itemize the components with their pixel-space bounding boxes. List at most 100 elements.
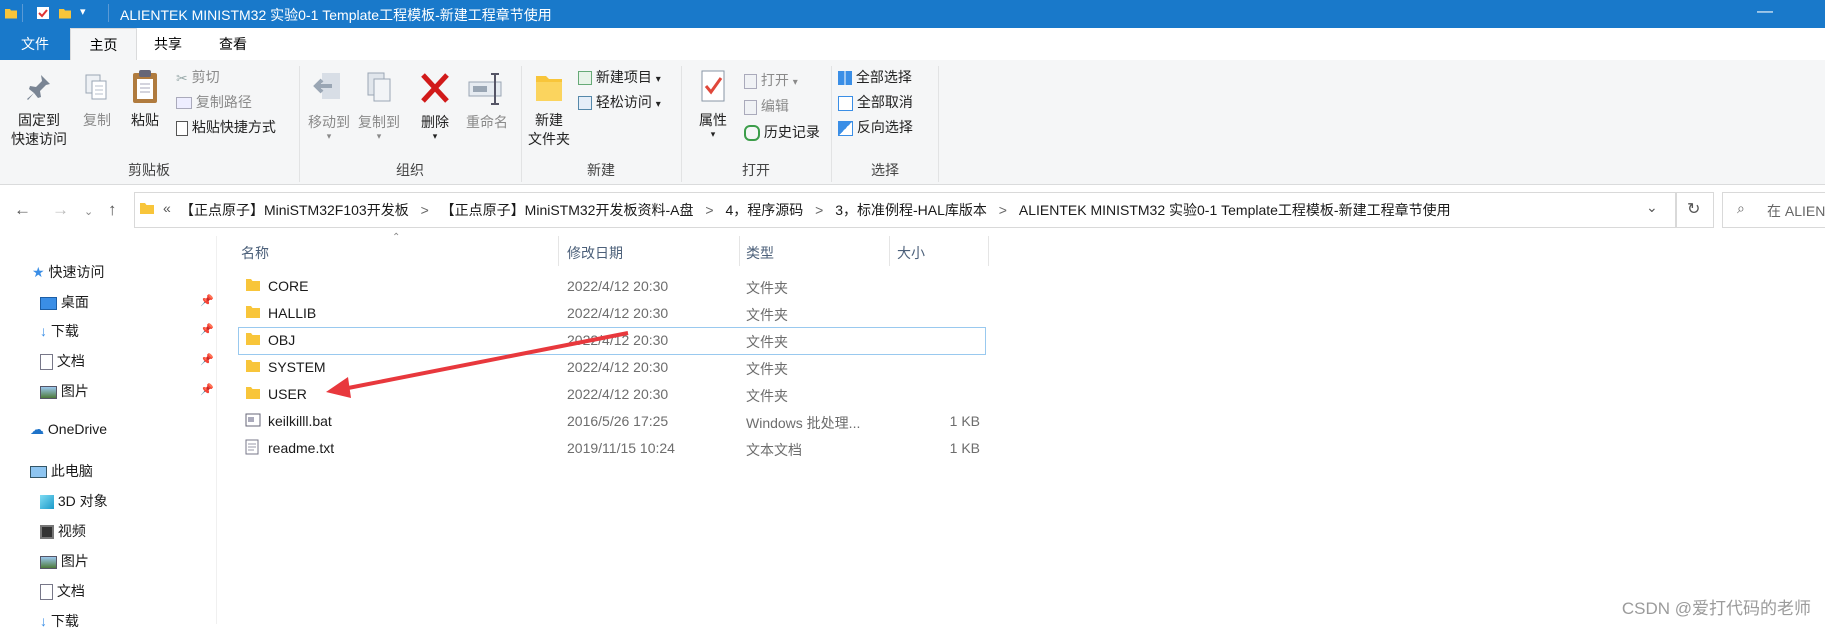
file-name[interactable]: OBJ: [268, 332, 295, 348]
open-button[interactable]: 打开 ▾: [744, 70, 798, 93]
new-folder-icon[interactable]: [58, 6, 72, 20]
paste-button[interactable]: 粘贴: [122, 68, 168, 130]
pin-icon[interactable]: 📌: [200, 323, 214, 336]
cut-label: 剪切: [191, 69, 220, 85]
new-item-button[interactable]: 新建项目 ▾: [578, 67, 661, 90]
invert-selection-button[interactable]: 反向选择: [838, 117, 913, 137]
new-folder-button[interactable]: 新建 文件夹: [526, 68, 572, 149]
copy-to-button[interactable]: 复制到 ▾: [354, 70, 404, 141]
column-header-size[interactable]: 大小: [897, 243, 925, 263]
breadcrumb-item[interactable]: 4，程序源码: [725, 202, 803, 218]
properties-button[interactable]: 属性 ▾: [688, 68, 738, 139]
picture-icon: [40, 555, 57, 569]
copy-path-icon: [176, 97, 192, 110]
tab-home[interactable]: 主页: [70, 28, 137, 62]
paste-shortcut-button[interactable]: 粘贴快捷方式: [176, 117, 276, 137]
breadcrumb-separator-icon[interactable]: >: [815, 202, 823, 218]
tab-file[interactable]: 文件: [0, 28, 70, 60]
pin-icon[interactable]: 📌: [200, 353, 214, 366]
folder-icon: [140, 203, 154, 214]
refresh-button[interactable]: ↻: [1676, 192, 1714, 228]
copy-path-label: 复制路径: [195, 94, 252, 110]
new-folder-icon: [536, 76, 562, 101]
breadcrumb-overflow[interactable]: «: [163, 200, 171, 216]
properties-label: 属性: [699, 112, 727, 128]
delete-button[interactable]: 删除 ▾: [414, 70, 456, 141]
select-none-button[interactable]: 全部取消: [838, 92, 913, 112]
nav-item-downloads-pc[interactable]: ↓ 下载: [40, 611, 79, 631]
column-divider[interactable]: [739, 236, 740, 266]
column-header-type[interactable]: 类型: [746, 243, 774, 263]
breadcrumb-item[interactable]: 【正点原子】MiniSTM32F103开发板: [180, 202, 409, 218]
breadcrumb: 【正点原子】MiniSTM32F103开发板 > 【正点原子】MiniSTM32…: [180, 200, 1451, 220]
folder-icon: [246, 306, 260, 318]
column-divider[interactable]: [988, 236, 989, 266]
forward-button[interactable]: →: [52, 200, 69, 220]
rename-button[interactable]: 重命名: [460, 70, 514, 132]
tab-view[interactable]: 查看: [203, 28, 263, 60]
nav-item-pictures-pc-label: 图片: [60, 553, 89, 569]
group-label-new: 新建: [587, 162, 615, 178]
search-box[interactable]: ⌕ 在 ALIEN: [1722, 192, 1825, 228]
dropdown-arrow-icon[interactable]: ▾: [80, 5, 86, 18]
nav-quick-access[interactable]: ★ 快速访问: [32, 262, 104, 282]
select-all-button[interactable]: 全部选择: [838, 67, 912, 87]
nav-item-videos[interactable]: 视频: [40, 521, 86, 541]
history-button[interactable]: 历史记录: [744, 122, 820, 142]
breadcrumb-item[interactable]: 【正点原子】MiniSTM32开发板资料-A盘: [441, 202, 694, 218]
arrow-left-icon: ←: [14, 200, 31, 219]
properties-check-icon[interactable]: [36, 6, 50, 20]
breadcrumb-item[interactable]: 3，标准例程-HAL库版本: [835, 202, 987, 218]
tab-share[interactable]: 共享: [138, 28, 198, 60]
file-name[interactable]: keilkilll.bat: [268, 413, 332, 429]
copy-button[interactable]: 复制: [76, 72, 118, 130]
breadcrumb-separator-icon[interactable]: >: [705, 202, 713, 218]
breadcrumb-separator-icon[interactable]: >: [999, 202, 1007, 218]
nav-item-downloads-label: 下载: [50, 323, 79, 339]
nav-item-documents[interactable]: 文档: [40, 351, 85, 371]
file-name[interactable]: SYSTEM: [268, 359, 326, 375]
column-header-name[interactable]: 名称: [241, 243, 269, 263]
file-name[interactable]: CORE: [268, 278, 308, 294]
copy-to-icon: [367, 72, 391, 102]
arrow-right-icon: →: [52, 200, 69, 219]
pin-icon[interactable]: 📌: [200, 294, 214, 307]
file-type: 文件夹: [746, 307, 788, 323]
file-name[interactable]: USER: [268, 386, 307, 402]
cut-button[interactable]: ✂ 剪切: [176, 67, 220, 88]
dropdown-arrow-icon: ▾: [326, 131, 332, 141]
nav-this-pc[interactable]: 此电脑: [30, 461, 93, 481]
edit-button[interactable]: 编辑: [744, 96, 789, 116]
nav-item-desktop[interactable]: 桌面: [40, 292, 89, 312]
pin-icon[interactable]: 📌: [200, 383, 214, 396]
breadcrumb-separator-icon[interactable]: >: [421, 202, 429, 218]
dropdown-arrow-icon: ▾: [710, 129, 716, 139]
nav-item-documents-pc[interactable]: 文档: [40, 581, 85, 601]
nav-item-pictures-label: 图片: [60, 383, 89, 399]
column-divider[interactable]: [558, 236, 559, 266]
move-to-button[interactable]: 移动到 ▾: [304, 70, 354, 141]
file-name[interactable]: readme.txt: [268, 440, 334, 456]
breadcrumb-item[interactable]: ALIENTEK MINISTM32 实验0-1 Template工程模板-新建…: [1019, 202, 1451, 218]
column-divider[interactable]: [889, 236, 890, 266]
column-header-modified[interactable]: 修改日期: [567, 243, 623, 263]
batch-file-icon: [245, 413, 261, 427]
address-dropdown-chevron-icon[interactable]: ⌄: [1646, 199, 1658, 216]
folder-icon[interactable]: [4, 6, 18, 20]
nav-item-pictures-pc[interactable]: 图片: [40, 551, 89, 571]
file-type: 文本文档: [746, 442, 802, 458]
nav-item-pictures[interactable]: 图片: [40, 381, 89, 401]
nav-item-downloads[interactable]: ↓ 下载: [40, 321, 79, 341]
nav-item-3d-objects[interactable]: 3D 对象: [40, 491, 108, 511]
recent-locations-button[interactable]: ⌄: [84, 205, 93, 218]
nav-onedrive[interactable]: ☁ OneDrive: [30, 421, 107, 438]
up-button[interactable]: ↑: [108, 200, 117, 220]
easy-access-button[interactable]: 轻松访问 ▾: [578, 92, 661, 115]
pin-to-quick-access-button[interactable]: 固定到 快速访问: [6, 72, 72, 149]
minimize-button[interactable]: —: [1757, 3, 1773, 21]
copy-path-button[interactable]: 复制路径: [176, 92, 252, 112]
back-button[interactable]: ←: [14, 200, 31, 220]
file-name[interactable]: HALLIB: [268, 305, 316, 321]
file-modified: 2022/4/12 20:30: [567, 359, 669, 375]
new-item-icon: [578, 71, 592, 86]
